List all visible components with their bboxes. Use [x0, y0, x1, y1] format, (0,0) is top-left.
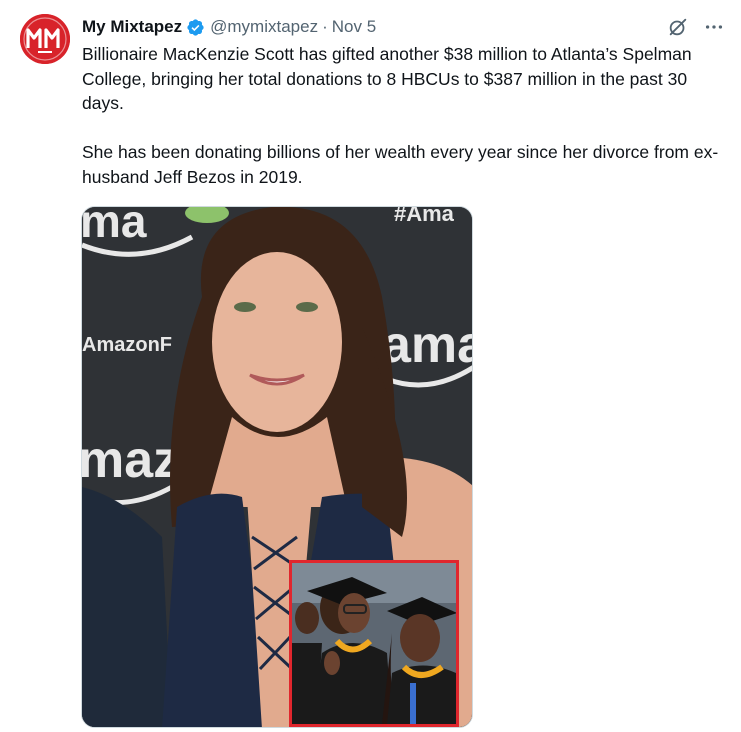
tweet-text: Billionaire MacKenzie Scott has gifted a… [82, 42, 732, 189]
graduates-inset-photo [289, 560, 459, 727]
header-actions [667, 16, 725, 38]
user-handle[interactable]: @mymixtapez [210, 17, 318, 37]
separator-dot: · [322, 17, 328, 36]
verified-badge-icon[interactable] [186, 18, 205, 37]
more-options-icon[interactable] [703, 16, 725, 38]
graduates-image [292, 563, 456, 724]
avatar[interactable] [20, 14, 70, 64]
tweet-photo[interactable]: ma #Ama AmazonF ama maz [81, 206, 473, 728]
backdrop-text-3: AmazonF [82, 334, 172, 356]
backdrop-text-5: maz [82, 431, 179, 489]
mymixtapez-logo-icon [20, 14, 70, 64]
backdrop-text-1: ma [82, 207, 147, 247]
tweet-paragraph-2: She has been donating billions of her we… [82, 142, 719, 187]
tweet-header: My Mixtapez @mymixtapez · Nov 5 [82, 14, 725, 40]
grok-icon[interactable] [667, 16, 689, 38]
tweet-paragraph-1: Billionaire MacKenzie Scott has gifted a… [82, 44, 692, 113]
backdrop-text-2: #Ama [394, 207, 455, 226]
tweet-date[interactable]: Nov 5 [332, 17, 376, 37]
backdrop-text-4: ama [382, 316, 473, 374]
display-name[interactable]: My Mixtapez [82, 17, 182, 37]
